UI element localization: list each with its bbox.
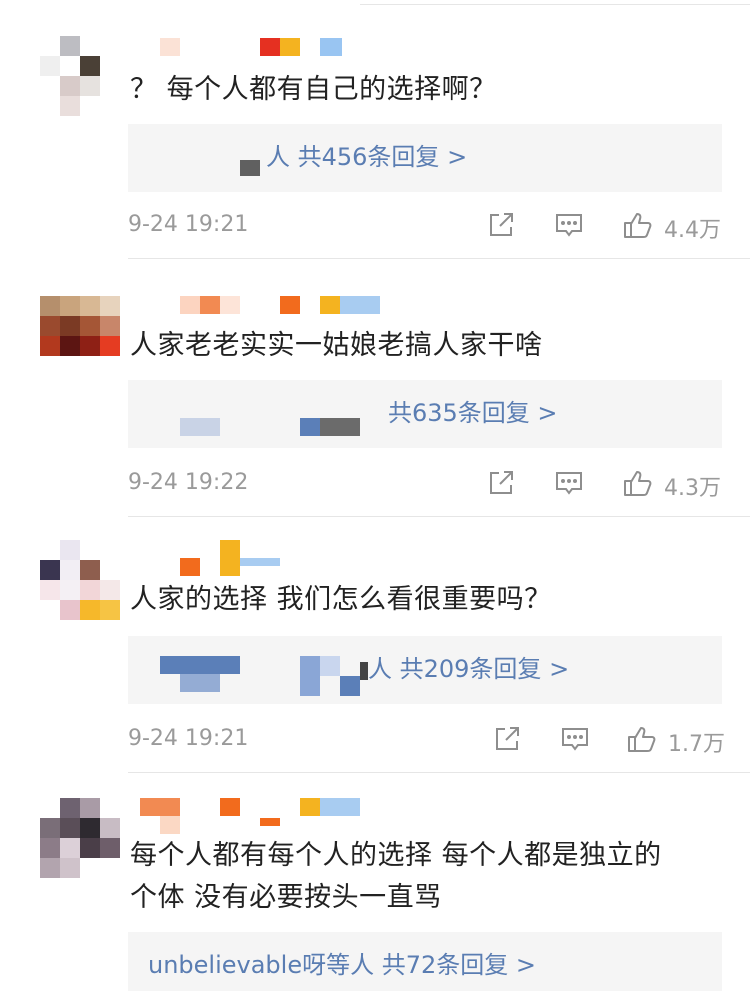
- comment-time: 9-24 19:21: [128, 726, 249, 751]
- username[interactable]: [130, 296, 380, 318]
- comment-text: ？ 每个人都有自己的选择啊？: [130, 74, 497, 105]
- reply-count-link[interactable]: 共635条回复 >: [388, 396, 558, 430]
- share-icon: [490, 471, 513, 494]
- comment-time: 9-24 19:22: [128, 470, 249, 495]
- reply-preview[interactable]: 人 共456条回复 >: [128, 124, 722, 192]
- comment-icon: [556, 214, 582, 237]
- share-icon: [490, 213, 513, 236]
- reply-preview[interactable]: unbelievable呀等人 共72条回复 >: [128, 932, 722, 991]
- share-button[interactable]: [486, 210, 516, 240]
- username[interactable]: [130, 38, 360, 60]
- share-button[interactable]: [486, 468, 516, 498]
- reply-count-link[interactable]: 人 共209条回复 >: [368, 652, 569, 686]
- reply-preview[interactable]: 人 共209条回复 >: [128, 636, 722, 704]
- like-button[interactable]: [626, 724, 656, 754]
- share-icon: [496, 727, 519, 750]
- like-count: 1.7万: [668, 732, 725, 757]
- reply-button[interactable]: [554, 210, 584, 240]
- username[interactable]: [130, 540, 290, 580]
- comment-icon: [562, 728, 588, 751]
- username[interactable]: [130, 798, 370, 838]
- reply-count-link[interactable]: 人 共456条回复 >: [266, 140, 467, 174]
- comment-item-1: ？ 每个人都有自己的选择啊？ 人 共456条回复 > 9-24 19:21 4.…: [0, 0, 750, 258]
- reply-preview[interactable]: 共635条回复 >: [128, 380, 722, 448]
- like-button[interactable]: [622, 468, 652, 498]
- like-button[interactable]: [622, 210, 652, 240]
- reply-count-link[interactable]: unbelievable呀等人 共72条回复 >: [148, 948, 536, 982]
- like-icon: [624, 213, 652, 238]
- like-count: 4.4万: [664, 218, 721, 243]
- comment-text-line-2: 个体 没有必要按头一直骂: [130, 882, 442, 913]
- comment-text-line-1: 每个人都有每个人的选择 每个人都是独立的: [130, 840, 662, 871]
- comment-item-4: 每个人都有每个人的选择 每个人都是独立的 个体 没有必要按头一直骂 unbeli…: [0, 772, 750, 991]
- like-count: 4.3万: [664, 476, 721, 501]
- avatar[interactable]: [40, 798, 120, 878]
- like-icon: [624, 471, 652, 496]
- comment-time: 9-24 19:21: [128, 212, 249, 237]
- avatar[interactable]: [40, 36, 120, 116]
- comment-icon: [556, 472, 582, 495]
- comment-item-3: 人家的选择 我们怎么看很重要吗？ 人 共209条回复 > 9-24 19:21 …: [0, 516, 750, 774]
- reply-button[interactable]: [554, 468, 584, 498]
- comment-item-2: 人家老老实实一姑娘老搞人家干啥 共635条回复 > 9-24 19:22 4.3…: [0, 258, 750, 516]
- share-button[interactable]: [492, 724, 522, 754]
- avatar[interactable]: [40, 296, 120, 376]
- reply-button[interactable]: [560, 724, 590, 754]
- avatar[interactable]: [40, 540, 120, 620]
- comment-text: 人家老老实实一姑娘老搞人家干啥: [130, 330, 543, 361]
- like-icon: [628, 727, 656, 752]
- comment-text: 人家的选择 我们怎么看很重要吗？: [130, 584, 552, 615]
